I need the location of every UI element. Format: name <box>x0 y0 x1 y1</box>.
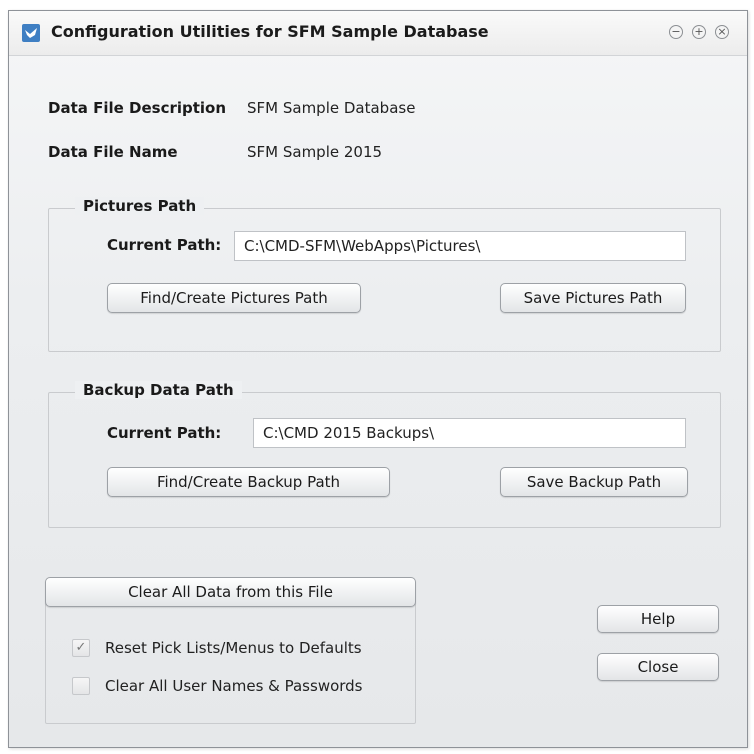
data-file-description-label: Data File Description <box>48 99 227 117</box>
backup-data-path-legend: Backup Data Path <box>75 381 242 399</box>
save-pictures-path-button[interactable]: Save Pictures Path <box>500 283 686 313</box>
backup-data-path-group <box>48 392 721 528</box>
pictures-path-input[interactable]: C:\CMD-SFM\WebApps\Pictures\ <box>234 231 686 261</box>
app-logo-icon <box>22 24 40 42</box>
reset-pick-lists-label: Reset Pick Lists/Menus to Defaults <box>105 639 362 657</box>
close-icon[interactable]: × <box>715 25 729 39</box>
clear-user-names-label: Clear All User Names & Passwords <box>105 677 363 695</box>
help-button[interactable]: Help <box>597 605 719 633</box>
close-button[interactable]: Close <box>597 653 719 681</box>
find-create-backup-path-button[interactable]: Find/Create Backup Path <box>107 467 390 497</box>
save-backup-path-button[interactable]: Save Backup Path <box>500 467 688 497</box>
config-utilities-window: Configuration Utilities for SFM Sample D… <box>8 10 748 748</box>
clear-all-data-button[interactable]: Clear All Data from this File <box>45 577 416 607</box>
pictures-current-path-label: Current Path: <box>107 236 222 254</box>
title-bar[interactable]: Configuration Utilities for SFM Sample D… <box>9 11 747 56</box>
clear-options-panel <box>45 594 416 724</box>
pictures-path-group <box>48 208 721 352</box>
pictures-path-legend: Pictures Path <box>75 197 205 215</box>
backup-path-input[interactable]: C:\CMD 2015 Backups\ <box>253 418 686 448</box>
data-file-description-value: SFM Sample Database <box>247 99 416 117</box>
data-file-name-label: Data File Name <box>48 143 178 161</box>
data-file-name-value: SFM Sample 2015 <box>247 143 383 161</box>
window-title: Configuration Utilities for SFM Sample D… <box>51 22 489 41</box>
backup-current-path-label: Current Path: <box>107 424 222 442</box>
reset-pick-lists-checkbox[interactable]: ✓ <box>72 639 90 657</box>
clear-user-names-checkbox[interactable] <box>72 677 90 695</box>
maximize-icon[interactable]: + <box>692 25 706 39</box>
minimize-icon[interactable]: − <box>669 25 683 39</box>
checkmark-icon: ✓ <box>75 640 87 655</box>
find-create-pictures-path-button[interactable]: Find/Create Pictures Path <box>107 283 361 313</box>
